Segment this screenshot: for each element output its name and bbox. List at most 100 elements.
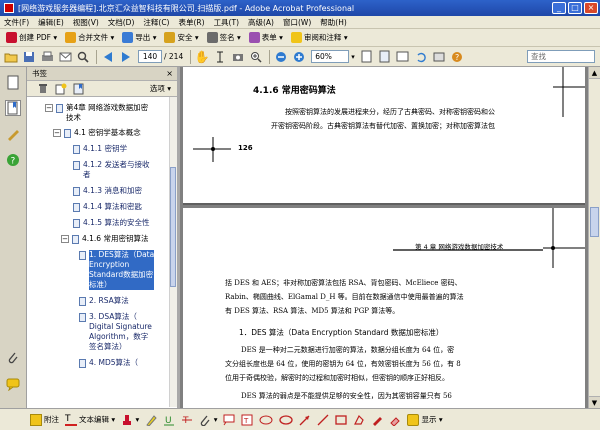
bookmarks-options-menu[interactable]: 选项 ▾ (150, 83, 171, 94)
bookmark-item[interactable]: 2. RSA算法 (79, 296, 165, 306)
stamp-icon[interactable]: ▾ (121, 414, 139, 426)
create-pdf-button[interactable]: 创建 PDF ▾ (3, 30, 60, 45)
menu-edit[interactable]: 编辑(E) (38, 17, 64, 28)
bookmark-item[interactable]: 3. DSA算法（ Digital Signature Algorithm，数字 签名… (79, 312, 165, 352)
line-icon[interactable] (317, 414, 329, 426)
scroll-down-arrow[interactable]: ▼ (589, 396, 600, 408)
menu-advanced[interactable]: 高级(A) (248, 17, 274, 28)
zoom-dropdown-icon[interactable]: ▾ (351, 53, 355, 61)
bookmark-item[interactable]: − 第4章 网络游戏数据加密 技术 (45, 103, 165, 123)
new-bookmark-icon[interactable] (53, 81, 69, 97)
bookmark-item[interactable]: 4. MD5算法（ (79, 358, 165, 368)
collapse-toggle[interactable]: − (45, 104, 53, 112)
email-icon[interactable] (57, 49, 73, 65)
rotate-icon[interactable] (413, 49, 429, 65)
menu-tools[interactable]: 工具(T) (214, 17, 239, 28)
bookmarks-scroll-thumb[interactable] (170, 167, 176, 287)
highlight-icon[interactable] (145, 414, 157, 426)
sticky-note-icon (30, 413, 42, 426)
search-icon[interactable] (75, 49, 91, 65)
polygon-icon[interactable] (353, 414, 365, 426)
bookmark-item[interactable]: 4.1.1 密钥学 (73, 144, 165, 154)
review-comment-button[interactable]: 审阅和注释 ▾ (288, 30, 351, 45)
menu-comments[interactable]: 注释(C) (143, 17, 169, 28)
fit-page-icon[interactable] (377, 49, 393, 65)
previous-page-icon[interactable] (100, 49, 116, 65)
print-icon[interactable] (39, 49, 55, 65)
save-icon[interactable] (21, 49, 37, 65)
rectangle-icon[interactable] (335, 414, 348, 426)
select-text-icon[interactable] (212, 49, 228, 65)
how-to-panel-icon[interactable]: ? (5, 152, 21, 168)
document-scroll-thumb[interactable] (590, 207, 599, 237)
current-page-input[interactable]: 140 (138, 50, 162, 63)
show-comments-button[interactable]: 显示 ▾ (407, 413, 443, 426)
fit-width-icon[interactable] (395, 49, 411, 65)
bookmarks-scrollbar[interactable] (169, 97, 177, 407)
security-button[interactable]: 安全 ▾ (161, 30, 201, 45)
menu-window[interactable]: 窗口(W) (283, 17, 311, 28)
zoom-out-icon[interactable] (273, 49, 289, 65)
underline-icon[interactable]: U (163, 414, 175, 426)
menu-bar: 文件(F) 编辑(E) 视图(V) 文档(D) 注释(C) 表单(R) 工具(T… (0, 16, 600, 29)
maximize-button[interactable]: □ (568, 2, 582, 14)
pencil-icon[interactable] (371, 414, 383, 426)
bookmark-item-selected[interactable]: 1. DES算法（Data Encryption Standard数据加密 标准） (79, 250, 165, 290)
bookmark-item[interactable]: 4.1.4 算法和密匙 (73, 202, 165, 212)
sticky-note-button[interactable]: 附注 (30, 413, 59, 426)
collapse-toggle[interactable]: − (53, 129, 61, 137)
help-icon[interactable]: ? (449, 49, 465, 65)
bookmark-item[interactable]: − 4.1.6 常用密钥算法 (61, 234, 165, 244)
read-mode-icon[interactable] (431, 49, 447, 65)
collapse-toggle[interactable]: − (61, 235, 69, 243)
minimize-button[interactable]: _ (552, 2, 566, 14)
sign-button[interactable]: 签名 ▾ (204, 30, 244, 45)
close-button[interactable]: × (584, 2, 598, 14)
bookmarks-panel-icon[interactable] (5, 100, 21, 116)
attach-file-icon[interactable]: ▾ (199, 414, 217, 426)
strikethrough-icon[interactable]: T (181, 414, 193, 426)
hand-tool-icon[interactable]: ✋ (194, 49, 210, 65)
arrow-icon[interactable] (299, 414, 311, 426)
delete-bookmark-icon[interactable] (35, 81, 51, 97)
bookmark-item[interactable]: 4.1.3 消息和加密 (73, 186, 165, 196)
combine-files-button[interactable]: 合并文件 ▾ (62, 30, 117, 45)
bookmarks-tree: − 第4章 网络游戏数据加密 技术 − 4.1 密钥学基本概念 4.1.1 密钥学… (27, 97, 177, 407)
bookmark-item[interactable]: 4.1.2 发送者与接收者 (73, 160, 165, 180)
ellipse-icon[interactable] (279, 414, 294, 426)
open-folder-icon[interactable] (3, 49, 19, 65)
forms-button[interactable]: 表单 ▾ (246, 30, 286, 45)
expand-bookmark-icon[interactable] (71, 81, 87, 97)
menu-view[interactable]: 视图(V) (73, 17, 99, 28)
menu-help[interactable]: 帮助(H) (320, 17, 347, 28)
eraser-icon[interactable] (389, 414, 401, 426)
attachments-panel-icon[interactable] (5, 350, 21, 366)
cloud-icon[interactable] (259, 414, 273, 426)
document-scrollbar[interactable]: ▲ ▼ (588, 67, 600, 408)
snapshot-icon[interactable] (230, 49, 246, 65)
zoom-in-plus-icon[interactable] (291, 49, 307, 65)
bookmark-item[interactable]: 4.1.5 算法的安全性 (73, 218, 165, 228)
menu-forms[interactable]: 表单(R) (178, 17, 204, 28)
search-input[interactable]: 查找 (527, 50, 595, 63)
menu-document[interactable]: 文档(D) (108, 17, 135, 28)
actual-size-icon[interactable] (359, 49, 375, 65)
total-pages-label: / 214 (164, 52, 184, 61)
next-page-icon[interactable] (118, 49, 134, 65)
bookmark-item[interactable]: − 4.1 密钥学基本概念 (53, 128, 165, 138)
acrobat-app-icon (4, 3, 14, 13)
textbox-icon[interactable]: T (241, 414, 253, 426)
close-panel-icon[interactable]: × (166, 69, 173, 78)
zoom-in-icon[interactable] (248, 49, 264, 65)
menu-file[interactable]: 文件(F) (4, 17, 29, 28)
pages-panel-icon[interactable] (5, 74, 21, 90)
scroll-up-arrow[interactable]: ▲ (589, 67, 600, 79)
export-icon (122, 32, 134, 43)
callout-icon[interactable] (223, 414, 235, 426)
text-edit-button[interactable]: T 文本编辑 ▾ (65, 414, 115, 426)
zoom-level-input[interactable]: 60% (311, 50, 350, 63)
comments-panel-icon[interactable] (5, 376, 21, 392)
paragraph-line: 开密钥密码阶段。古典密钥算法有替代加密、置换加密；对称加密算法包 (271, 122, 495, 130)
signatures-panel-icon[interactable] (5, 126, 21, 142)
export-button[interactable]: 导出 ▾ (119, 30, 159, 45)
